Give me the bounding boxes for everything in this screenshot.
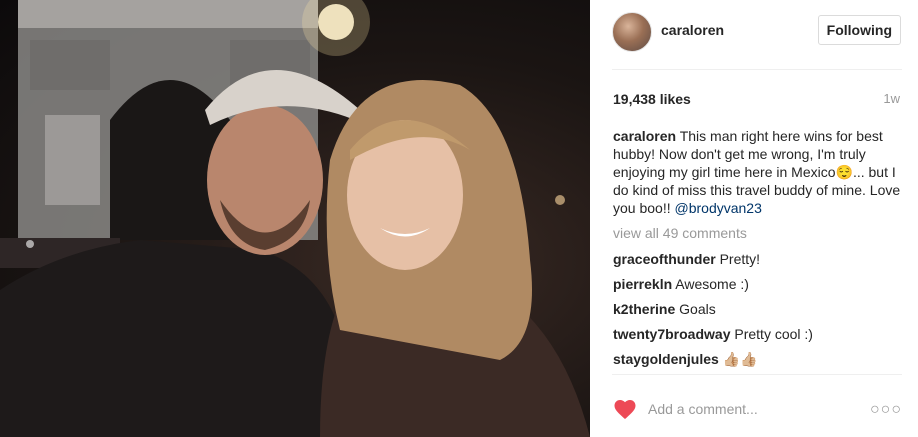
comment-list: graceofthunder Pretty! pierrekln Awesome… [613,250,903,375]
divider [612,69,902,70]
list-item: pierrekln Awesome :) [613,275,903,300]
add-comment-input[interactable] [648,399,868,419]
post-age[interactable]: 1w [883,91,900,106]
more-options-icon[interactable]: ○○○ [870,401,902,419]
heart-icon[interactable] [612,398,638,420]
divider [612,374,902,375]
comment-username[interactable]: twenty7broadway [613,326,730,342]
following-button[interactable]: Following [817,15,901,45]
post-header: caraloren Following [612,12,901,52]
likes-count[interactable]: 19,438 likes [613,91,691,107]
list-item: twenty7broadway Pretty cool :) [613,325,903,350]
post-side-panel: caraloren Following 19,438 likes 1w cara… [590,0,918,437]
post-photo[interactable] [0,0,590,437]
avatar[interactable] [612,12,652,52]
caption: caraloren This man right here wins for b… [613,127,903,217]
comment-text: Awesome :) [675,276,749,292]
list-item: graceofthunder Pretty! [613,250,903,275]
photo-illustration [0,0,590,437]
list-item: staygoldenjules 👍🏼👍🏼 [613,350,903,375]
view-all-comments-link[interactable]: view all 49 comments [613,225,747,241]
comment-username[interactable]: k2therine [613,301,675,317]
comment-username[interactable]: staygoldenjules [613,351,719,367]
comment-text: Pretty! [719,251,761,267]
comment-text: Goals [679,301,716,317]
thumbs-up-emoji: 👍🏼👍🏼 [722,351,758,367]
caption-username[interactable]: caraloren [613,128,676,144]
comment-username[interactable]: graceofthunder [613,251,716,267]
list-item: k2therine Goals [613,300,903,325]
caption-mention[interactable]: @brodyvan23 [675,200,762,216]
comment-username[interactable]: pierrekln [613,276,672,292]
comment-text: Pretty cool :) [734,326,813,342]
post-footer: ○○○ [612,396,902,422]
author-username[interactable]: caraloren [661,22,724,38]
